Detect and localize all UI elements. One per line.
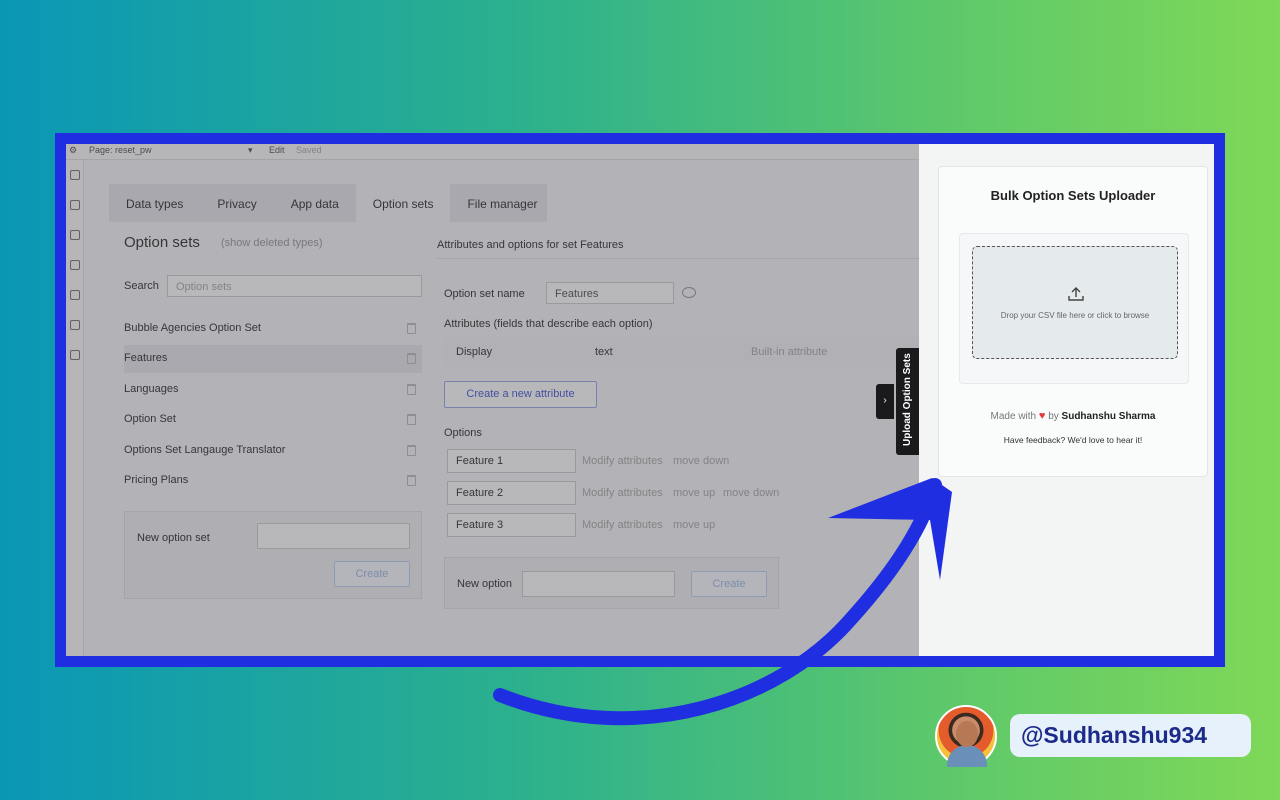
attribute-row: Display text Built-in attribute xyxy=(444,337,919,367)
option-input-feature-1[interactable]: Feature 1 xyxy=(447,449,576,473)
trash-icon[interactable] xyxy=(407,384,416,395)
collapse-chevron[interactable]: › xyxy=(876,384,894,419)
trash-icon[interactable] xyxy=(407,414,416,425)
modify-attributes-link[interactable]: Modify attributes xyxy=(582,519,663,531)
by-text: by xyxy=(1048,411,1059,422)
search-label: Search xyxy=(124,280,159,292)
design-icon[interactable] xyxy=(70,170,80,180)
move-up-link[interactable]: move up xyxy=(673,487,715,499)
saved-status: Saved xyxy=(296,145,322,155)
move-down-link[interactable]: move down xyxy=(673,455,729,467)
editor-left-rail xyxy=(66,160,84,656)
logs-icon[interactable] xyxy=(70,350,80,360)
modify-attributes-link[interactable]: Modify attributes xyxy=(582,455,663,467)
tab-app-data[interactable]: App data xyxy=(274,184,356,222)
search-input[interactable]: Option sets xyxy=(167,275,422,297)
trash-icon[interactable] xyxy=(407,445,416,456)
move-down-link[interactable]: move down xyxy=(723,487,779,499)
social-handle: @Sudhanshu934 xyxy=(1010,714,1251,757)
divider xyxy=(437,258,919,259)
chevron-down-icon: ▾ xyxy=(248,145,253,155)
upload-option-sets-label: Upload Option Sets xyxy=(902,353,913,446)
new-option-label: New option xyxy=(457,578,513,590)
new-option-panel: New option Create xyxy=(444,557,779,609)
tab-data-types[interactable]: Data types xyxy=(109,184,200,222)
create-option-button[interactable]: Create xyxy=(691,571,767,597)
create-option-set-button[interactable]: Create xyxy=(334,561,410,587)
heart-icon: ♥ xyxy=(1038,410,1046,422)
comment-icon[interactable] xyxy=(682,287,696,298)
made-with-line: Made with ♥ by Sudhanshu Sharma xyxy=(939,410,1207,422)
settings-icon[interactable] xyxy=(70,320,80,330)
data-tabs: Data types Privacy App data Option sets … xyxy=(109,184,547,222)
data-icon[interactable] xyxy=(70,260,80,270)
page-title: Option sets xyxy=(124,234,200,251)
trash-icon[interactable] xyxy=(407,475,416,486)
list-item[interactable]: Options Set Langauge Translator xyxy=(124,437,422,465)
options-label: Options xyxy=(444,427,482,439)
tab-privacy[interactable]: Privacy xyxy=(200,184,273,222)
option-input-feature-2[interactable]: Feature 2 xyxy=(447,481,576,505)
made-with-text: Made with xyxy=(990,411,1037,422)
list-item[interactable]: Bubble Agencies Option Set xyxy=(124,315,422,343)
attributes-label: Attributes (fields that describe each op… xyxy=(444,318,653,330)
drop-zone-wrapper: Drop your CSV file here or click to brow… xyxy=(959,233,1189,384)
workflow-icon[interactable] xyxy=(70,200,80,210)
create-attribute-button[interactable]: Create a new attribute xyxy=(444,381,597,408)
drop-text: Drop your CSV file here or click to brow… xyxy=(1000,311,1150,320)
trash-icon[interactable] xyxy=(407,353,416,364)
list-item[interactable]: Languages xyxy=(124,376,422,404)
feedback-link[interactable]: Have feedback? We'd love to hear it! xyxy=(939,435,1207,445)
list-item[interactable]: Pricing Plans xyxy=(124,467,422,495)
option-set-name-input[interactable]: Features xyxy=(546,282,674,304)
modify-attributes-link[interactable]: Modify attributes xyxy=(582,487,663,499)
highlight-frame: ⚙ Page: reset_pw ▾ Edit Saved Data types… xyxy=(55,133,1225,667)
plugins-icon[interactable] xyxy=(70,290,80,300)
tab-option-sets[interactable]: Option sets xyxy=(355,184,451,222)
page-selector[interactable]: Page: reset_pw xyxy=(89,145,152,155)
edit-menu[interactable]: Edit xyxy=(269,145,285,155)
uploader-pane: Bulk Option Sets Uploader Drop your CSV … xyxy=(919,144,1214,656)
list-item[interactable]: Option Set xyxy=(124,406,422,434)
bubble-editor: ⚙ Page: reset_pw ▾ Edit Saved Data types… xyxy=(66,144,919,656)
list-item[interactable]: Features xyxy=(124,345,422,373)
attribute-note: Built-in attribute xyxy=(751,346,828,358)
option-input-feature-3[interactable]: Feature 3 xyxy=(447,513,576,537)
new-option-set-panel: New option set Create xyxy=(124,511,422,599)
bubble-logo-icon: ⚙ xyxy=(69,145,78,155)
move-up-link[interactable]: move up xyxy=(673,519,715,531)
avatar xyxy=(935,705,997,767)
option-set-name-label: Option set name xyxy=(444,288,525,300)
attribute-type: text xyxy=(595,346,613,358)
app-screen: ⚙ Page: reset_pw ▾ Edit Saved Data types… xyxy=(66,144,1214,656)
trash-icon[interactable] xyxy=(407,323,416,334)
attribute-name: Display xyxy=(456,346,493,358)
new-option-set-input[interactable] xyxy=(257,523,410,549)
upload-option-sets-tab[interactable]: Upload Option Sets xyxy=(896,348,921,455)
csv-drop-zone[interactable]: Drop your CSV file here or click to brow… xyxy=(972,246,1178,359)
uploader-title: Bulk Option Sets Uploader xyxy=(990,188,1156,203)
styles-icon[interactable] xyxy=(70,230,80,240)
uploader-card: Bulk Option Sets Uploader Drop your CSV … xyxy=(938,166,1208,477)
show-deleted-link[interactable]: (show deleted types) xyxy=(221,237,323,249)
tab-file-manager[interactable]: File manager xyxy=(450,184,554,222)
new-option-input[interactable] xyxy=(522,571,675,597)
upload-icon xyxy=(1068,287,1084,301)
new-option-set-label: New option set xyxy=(137,532,210,544)
attributes-header: Attributes and options for set Features xyxy=(437,239,624,251)
editor-topbar: ⚙ Page: reset_pw ▾ Edit Saved xyxy=(66,144,919,160)
author-name[interactable]: Sudhanshu Sharma xyxy=(1062,411,1156,422)
